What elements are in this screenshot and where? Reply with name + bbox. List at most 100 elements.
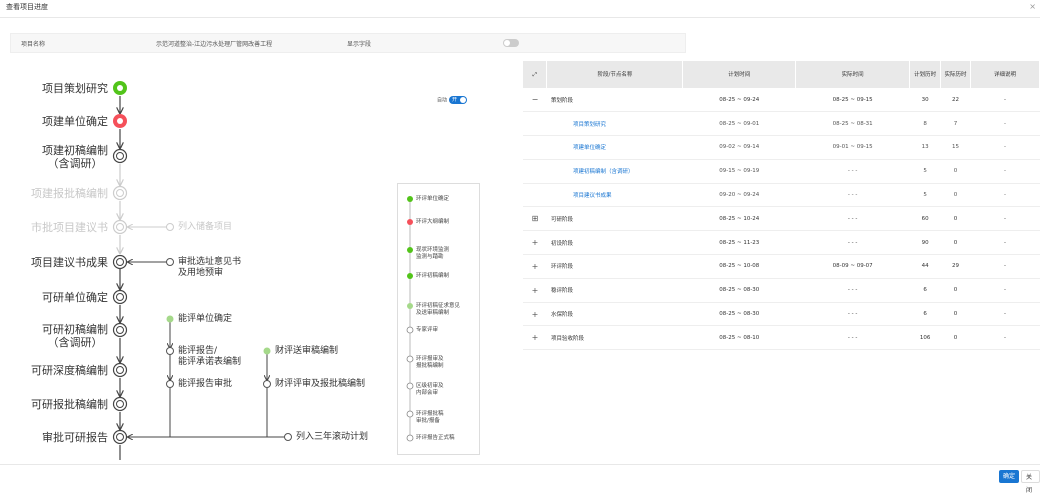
col-actual-time: 实际时间	[795, 61, 911, 88]
side-node-reserve[interactable]	[166, 223, 174, 231]
flow-node-4-core[interactable]	[116, 223, 124, 231]
row-expand-icon[interactable]: +	[523, 278, 547, 303]
close-button[interactable]: 关闭	[1021, 470, 1040, 494]
row-expand-icon[interactable]	[523, 183, 547, 208]
row-stage-name: 初设阶段	[546, 230, 683, 256]
sub-process-node-9[interactable]	[406, 434, 414, 442]
expand-all-icon[interactable]: ⤢	[523, 61, 548, 88]
row-actual-days: 15	[940, 135, 971, 160]
sub-process-label: 区级初审及 内部会审	[416, 383, 444, 396]
row-expand-icon[interactable]	[523, 159, 547, 184]
side-node-fin-draft[interactable]	[263, 347, 271, 355]
flow-node-8-core[interactable]	[116, 366, 124, 374]
row-expand-icon[interactable]: +	[523, 325, 547, 351]
sub-process-node-0[interactable]	[407, 196, 413, 202]
side-node-three-year[interactable]	[284, 433, 292, 441]
row-actual-time: - - -	[795, 278, 910, 303]
progress-table: ⤢ 阶段/节点名称 计划时间 实际时间 计划历时 实际历时 详细说明 − 策划阶段…	[523, 61, 1040, 351]
row-actual-time: 08-09 ~ 09-07	[795, 254, 910, 279]
row-detail: -	[970, 254, 1040, 279]
flow-node-9-core[interactable]	[116, 400, 124, 408]
auto-switch[interactable]: 自动开	[437, 96, 468, 104]
row-expand-icon[interactable]: +	[523, 254, 547, 279]
flow-node-10-core[interactable]	[116, 433, 124, 441]
auto-switch-toggle[interactable]: 开	[449, 96, 468, 104]
row-plan-time: 09-15 ~ 09-19	[682, 159, 796, 184]
side-node-site[interactable]	[166, 258, 174, 266]
row-actual-time: - - -	[795, 183, 910, 208]
flow-node-0-core[interactable]	[117, 85, 123, 91]
row-actual-days: 0	[940, 206, 971, 232]
row-stage-name: 可研阶段	[546, 206, 683, 232]
row-expand-icon[interactable]: ⊞	[523, 206, 547, 232]
side-node-eval-report-label: 能评报告/ 能评承诺表编制	[178, 346, 242, 367]
flow-node-label: 审批可研报告	[42, 431, 108, 444]
side-node-site-label: 审批选址意见书 及用地预审	[178, 257, 242, 278]
row-detail: -	[970, 302, 1040, 327]
row-plan-days: 60	[909, 206, 941, 232]
col-detail: 详细说明	[970, 61, 1040, 88]
side-node-eval-unit-label: 能评单位确定	[178, 314, 233, 324]
row-stage-name[interactable]: 项建初稿编制（含调研）	[546, 159, 683, 184]
row-plan-time: 08-25 ~ 08-10	[682, 325, 796, 351]
sub-process-node-6[interactable]	[406, 355, 414, 363]
flow-node-6-core[interactable]	[116, 293, 124, 301]
sub-process-node-8[interactable]	[406, 410, 414, 418]
row-actual-days: 0	[940, 159, 971, 184]
flow-node-5-core[interactable]	[116, 258, 124, 266]
auto-switch-state: 开	[452, 97, 458, 103]
flow-node-label: 可研初稿编制 （含调研）	[42, 323, 108, 349]
row-plan-days: 5	[909, 159, 941, 184]
row-detail: -	[970, 278, 1040, 303]
sub-process-node-1[interactable]	[407, 219, 413, 225]
flow-node-label: 可研深度稿编制	[31, 364, 108, 377]
col-plan-days: 计划历时	[909, 61, 942, 88]
sub-process-label: 现状环境监测 监测与踏勘	[416, 247, 450, 260]
sub-process-node-3[interactable]	[407, 273, 413, 279]
row-stage-name[interactable]: 项目策划研究	[546, 111, 683, 137]
row-actual-days: 29	[940, 254, 971, 279]
row-expand-icon[interactable]	[523, 111, 547, 137]
row-plan-days: 30	[909, 88, 941, 113]
side-node-reserve-label: 列入储备项目	[178, 222, 233, 232]
side-node-eval-approve[interactable]	[166, 380, 174, 388]
row-actual-time: - - -	[795, 230, 910, 256]
flow-node-label: 可研报批稿编制	[31, 398, 108, 411]
row-detail: -	[970, 230, 1040, 256]
close-icon[interactable]: ×	[1029, 2, 1036, 11]
row-actual-time: 09-01 ~ 09-15	[795, 135, 910, 160]
table-header-row: ⤢ 阶段/节点名称 计划时间 实际时间 计划历时 实际历时 详细说明	[523, 61, 1040, 88]
row-plan-days: 90	[909, 230, 941, 256]
table-row: + 项目验收阶段 08-25 ~ 08-10- - -106 0-	[523, 325, 1040, 351]
flow-node-1-core[interactable]	[117, 118, 123, 124]
row-actual-time: 08-25 ~ 08-31	[795, 111, 910, 137]
row-stage-name[interactable]: 项建单位确定	[546, 135, 683, 160]
sub-process-label: 环评报审及 报批稿编制	[416, 356, 444, 369]
flow-node-7-core[interactable]	[116, 326, 124, 334]
side-node-fin-review-label: 财评评审及报批稿编制	[275, 379, 366, 389]
sub-process-node-2[interactable]	[407, 247, 413, 253]
col-actual-days: 实际历时	[940, 61, 972, 88]
flow-node-3-core[interactable]	[116, 189, 124, 197]
flow-node-label: 项目建议书成果	[31, 256, 108, 269]
row-expand-icon[interactable]	[523, 135, 547, 160]
row-plan-days: 13	[909, 135, 941, 160]
row-expand-icon[interactable]: +	[523, 302, 547, 327]
row-actual-days: 0	[940, 325, 971, 351]
row-actual-days: 7	[940, 111, 971, 137]
sub-process-node-4[interactable]	[407, 303, 413, 309]
side-node-fin-review[interactable]	[263, 380, 271, 388]
row-actual-days: 0	[940, 230, 971, 256]
confirm-button[interactable]: 确定	[999, 470, 1020, 483]
sub-process-node-5[interactable]	[406, 326, 414, 334]
side-node-eval-unit[interactable]	[166, 315, 174, 323]
flow-node-2-core[interactable]	[116, 152, 124, 160]
row-stage-name[interactable]: 项目建议书成果	[546, 183, 683, 208]
row-expand-icon[interactable]: +	[523, 230, 547, 256]
row-plan-time: 08-25 ~ 11-23	[682, 230, 796, 256]
row-expand-icon[interactable]: −	[523, 88, 547, 113]
sub-process-node-7[interactable]	[406, 382, 414, 390]
sub-process-label: 环评初稿征求意见 及送审稿编制	[416, 303, 461, 316]
side-node-eval-report[interactable]	[166, 347, 174, 355]
row-plan-days: 106	[909, 325, 941, 351]
